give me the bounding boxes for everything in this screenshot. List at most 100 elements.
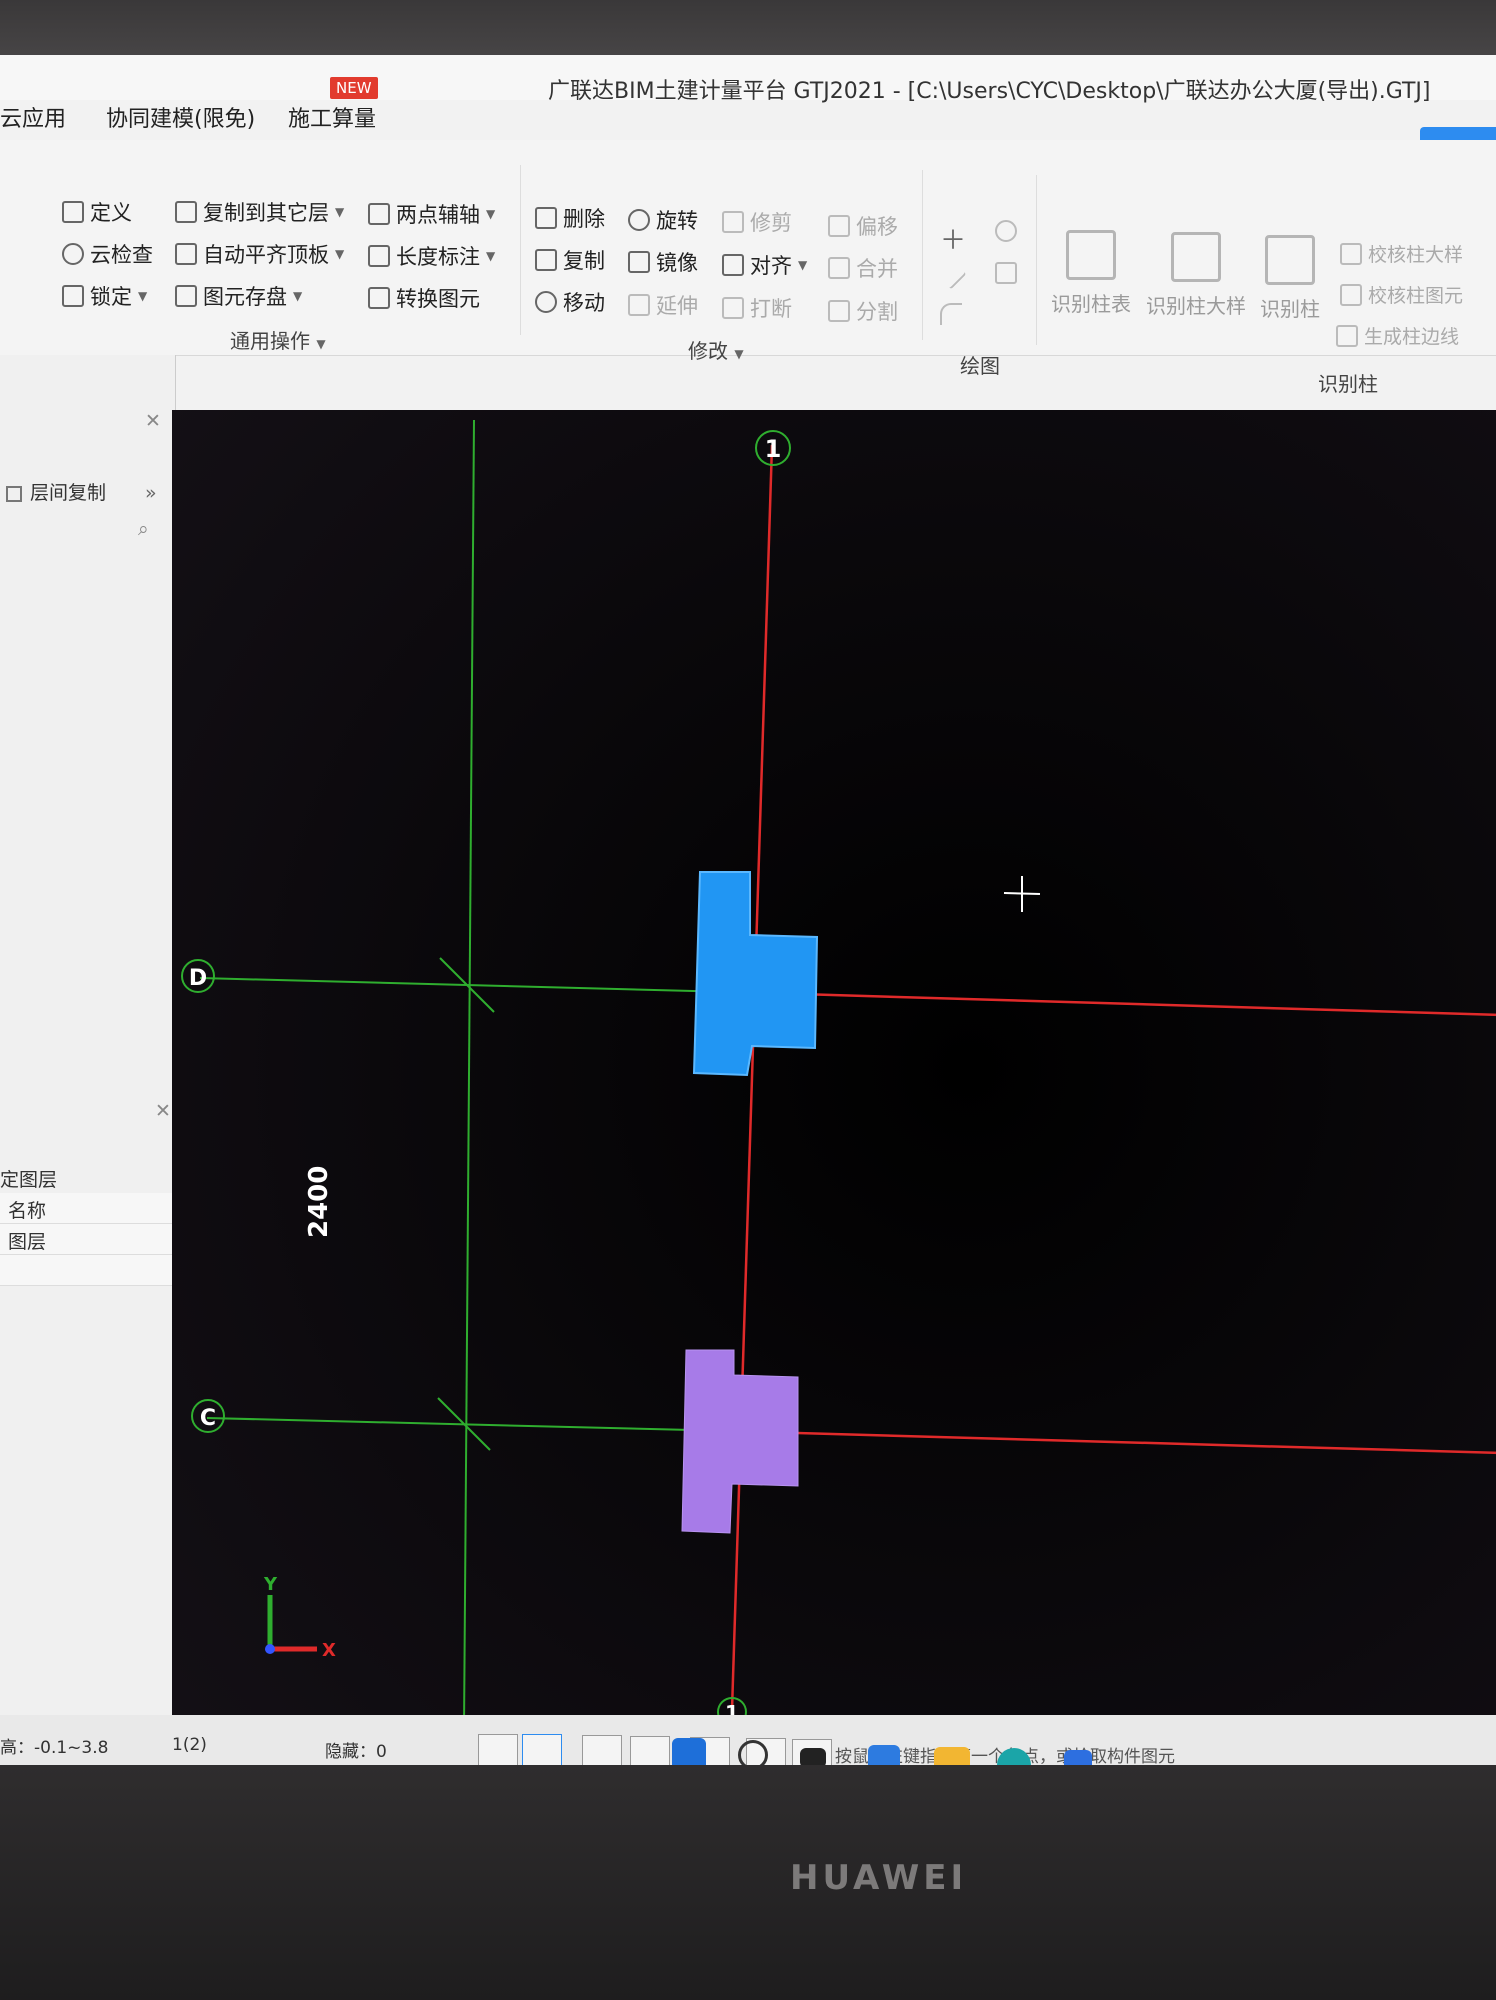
save-element-button[interactable]: 图元存盘 ▼ bbox=[175, 281, 302, 311]
dimension-label: 2400 bbox=[304, 1166, 334, 1238]
divider bbox=[520, 165, 521, 335]
split-button[interactable]: 分割 bbox=[828, 296, 898, 326]
ribbon: 定义 云检查 锁定 ▼ 复制到其它层 ▼ 自动平齐顶板 ▼ 图元存盘 ▼ 两点辅轴 ▼ 长… bbox=[0, 140, 1496, 396]
title-bar: NEW 广联达BIM土建计量平台 GTJ2021 - [C:\Users\CYC… bbox=[0, 55, 1496, 104]
app-window: NEW 广联达BIM土建计量平台 GTJ2021 - [C:\Users\CYC… bbox=[0, 55, 1496, 1825]
trim-icon bbox=[722, 211, 744, 233]
drawing-svg[interactable]: 1 1 D C 2400 Y X bbox=[172, 410, 1496, 1728]
extend-icon bbox=[628, 294, 650, 316]
merge-button[interactable]: 合并 bbox=[828, 253, 898, 283]
axis-label-top: 1 bbox=[765, 435, 782, 463]
cloud-check-icon bbox=[62, 243, 84, 265]
tab-construction-qty[interactable]: 施工算量 bbox=[288, 101, 376, 133]
align-slab-icon bbox=[175, 243, 197, 265]
column-table-icon bbox=[1066, 230, 1116, 280]
align-icon bbox=[722, 254, 744, 276]
delete-button[interactable]: 删除 bbox=[535, 203, 605, 233]
chevron-down-icon: ▼ bbox=[486, 249, 496, 263]
ortho-toggle[interactable] bbox=[478, 1734, 518, 1766]
group-general-ops[interactable]: 通用操作 ▼ bbox=[230, 325, 326, 354]
mirror-icon bbox=[628, 251, 650, 273]
hidden-count: 隐藏：0 bbox=[325, 1742, 387, 1762]
copy-to-other-floor-button[interactable]: 复制到其它层 ▼ bbox=[175, 197, 344, 227]
draw-arc-button[interactable] bbox=[940, 303, 962, 325]
rotate-button[interactable]: 旋转 bbox=[628, 205, 698, 235]
save-element-icon bbox=[175, 285, 197, 307]
chevron-down-icon: ▼ bbox=[335, 247, 345, 261]
mirror-button[interactable]: 镜像 bbox=[628, 247, 698, 277]
layer-row[interactable]: 名称 bbox=[0, 1193, 175, 1224]
offset-button[interactable]: 偏移 bbox=[828, 211, 898, 241]
draw-line-button[interactable] bbox=[935, 258, 967, 290]
check-column-element-button[interactable]: 校核柱图元 bbox=[1340, 281, 1463, 308]
generate-column-edge-button[interactable]: 生成柱边线 bbox=[1336, 322, 1459, 349]
move-icon bbox=[535, 291, 557, 313]
circle-icon bbox=[995, 220, 1017, 242]
floor-readout: 1(2) bbox=[172, 1735, 207, 1755]
auto-align-slab-button[interactable]: 自动平齐顶板 ▼ bbox=[175, 239, 344, 269]
draw-rect-button[interactable] bbox=[995, 262, 1017, 284]
lock-button[interactable]: 锁定 ▼ bbox=[62, 281, 147, 311]
tab-cloud-apps[interactable]: 云应用 bbox=[0, 101, 66, 133]
length-dimension-button[interactable]: 长度标注 ▼ bbox=[368, 241, 495, 271]
line-icon bbox=[935, 258, 967, 290]
axis-label-d: D bbox=[189, 966, 207, 991]
lock-icon bbox=[62, 285, 84, 307]
rectangle-icon bbox=[995, 262, 1017, 284]
new-badge: NEW bbox=[330, 77, 378, 99]
identify-column-button[interactable]: 识别柱 bbox=[1250, 235, 1330, 322]
floor-copy-button[interactable]: 层间复制 bbox=[6, 478, 106, 505]
left-panel: ✕ 层间复制 » ⌕ ✕ 定图层 名称 图层 bbox=[0, 355, 176, 1715]
column-detail-icon bbox=[1171, 232, 1221, 282]
select-box-toggle[interactable] bbox=[522, 1734, 562, 1766]
draw-circle-button[interactable] bbox=[995, 220, 1017, 242]
expand-icon[interactable]: » bbox=[145, 482, 157, 504]
copy-button[interactable]: 复制 bbox=[535, 245, 605, 275]
group-draw: 绘图 bbox=[960, 354, 1000, 378]
two-point-axis-button[interactable]: 两点辅轴 ▼ bbox=[368, 199, 495, 229]
drawing-canvas[interactable]: 1 1 D C 2400 Y X bbox=[172, 410, 1496, 1728]
close-icon[interactable]: ✕ bbox=[155, 1100, 171, 1122]
axis-label-c: C bbox=[200, 1406, 216, 1431]
draw-point-button[interactable]: ＋ bbox=[940, 220, 966, 257]
angle-snap-toggle[interactable] bbox=[630, 1736, 670, 1768]
align-button[interactable]: 对齐 ▼ bbox=[722, 250, 807, 280]
window-title: 广联达BIM土建计量平台 GTJ2021 - [C:\Users\CYC\Des… bbox=[548, 79, 1431, 104]
convert-element-button[interactable]: 转换图元 bbox=[368, 283, 480, 313]
define-icon bbox=[62, 201, 84, 223]
trim-button[interactable]: 修剪 bbox=[722, 207, 792, 237]
arc-icon bbox=[940, 303, 962, 325]
divider bbox=[1036, 175, 1037, 345]
group-modify[interactable]: 修改 ▼ bbox=[688, 335, 744, 364]
laptop-bezel-bottom: HUAWEI bbox=[0, 1765, 1496, 2000]
chevron-down-icon: ▼ bbox=[486, 207, 496, 221]
check-column-detail-button[interactable]: 校核柱大样 bbox=[1340, 240, 1463, 267]
tab-collab-modeling[interactable]: 协同建模(限免) bbox=[106, 101, 255, 133]
layer-row[interactable]: 图层 bbox=[0, 1224, 175, 1255]
elevation-readout: 高：-0.1~3.8 bbox=[0, 1738, 109, 1758]
trash-icon bbox=[535, 207, 557, 229]
dimension-icon bbox=[368, 245, 390, 267]
edge-icon bbox=[1336, 324, 1358, 347]
cloud-check-button[interactable]: 云检查 bbox=[62, 239, 153, 269]
extend-button[interactable]: 延伸 bbox=[628, 290, 698, 320]
identify-column-detail-button[interactable]: 识别柱大样 bbox=[1146, 232, 1246, 319]
group-identify-column: 识别柱 bbox=[1318, 372, 1378, 396]
copy-floor-icon bbox=[175, 201, 197, 223]
break-button[interactable]: 打断 bbox=[722, 293, 792, 323]
crosshair-icon: ＋ bbox=[940, 226, 967, 256]
offset-icon bbox=[828, 215, 850, 237]
column-icon bbox=[1265, 235, 1315, 285]
chevron-down-icon: ▼ bbox=[798, 258, 808, 272]
move-button[interactable]: 移动 bbox=[535, 287, 605, 317]
close-icon[interactable]: ✕ bbox=[145, 410, 161, 432]
identify-column-table-button[interactable]: 识别柱表 bbox=[1046, 230, 1136, 317]
chevron-down-icon: ▼ bbox=[316, 337, 326, 351]
convert-icon bbox=[368, 287, 390, 309]
cross-select-toggle[interactable] bbox=[582, 1735, 622, 1767]
layer-row[interactable] bbox=[0, 1255, 175, 1286]
search-icon[interactable]: ⌕ bbox=[138, 518, 149, 540]
define-button[interactable]: 定义 bbox=[62, 197, 132, 227]
brand-logo: HUAWEI bbox=[790, 1858, 968, 1898]
split-icon bbox=[828, 300, 850, 322]
